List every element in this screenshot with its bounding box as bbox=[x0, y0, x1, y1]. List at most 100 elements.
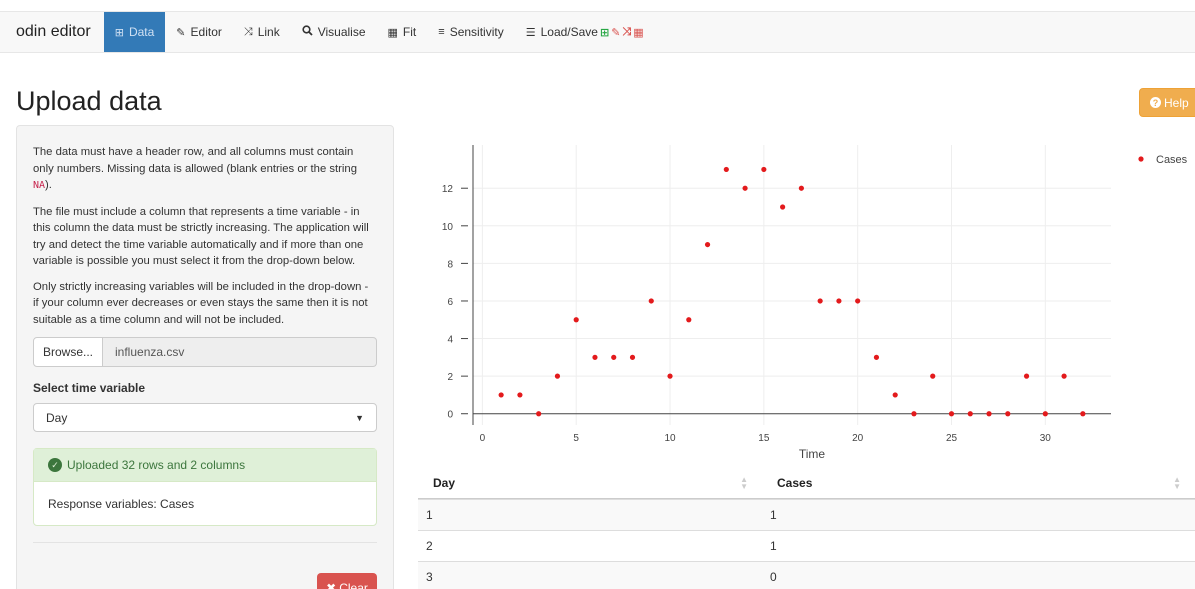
tab-load-save-label: Load/Save bbox=[540, 25, 598, 39]
column-header-day[interactable]: Day ▲ ▼ bbox=[418, 468, 762, 498]
browse-button[interactable]: Browse... bbox=[33, 337, 103, 367]
data-point bbox=[723, 166, 729, 173]
x-axis-label: Time bbox=[799, 447, 826, 461]
data-point bbox=[967, 411, 973, 417]
na-code: NA bbox=[33, 180, 46, 191]
data-point bbox=[629, 354, 636, 360]
data-point bbox=[873, 354, 880, 360]
column-header-cases[interactable]: Cases ▲ ▼ bbox=[762, 468, 1195, 498]
y-tick-label: 8 bbox=[447, 259, 453, 270]
tab-data-label: Data bbox=[128, 25, 155, 39]
data-point bbox=[1061, 373, 1067, 379]
help-label: Help bbox=[1164, 95, 1189, 110]
upload-panel: The data must have a header row, and all… bbox=[16, 125, 394, 589]
x-tick-label: 25 bbox=[946, 433, 958, 444]
brand-title[interactable]: odin editor bbox=[0, 12, 104, 52]
tab-link[interactable]: ⤨ Link bbox=[233, 12, 291, 52]
sort-icon: ▲ ▼ bbox=[1173, 475, 1181, 491]
table-cell: 1 bbox=[770, 508, 777, 522]
table-cell: 1 bbox=[770, 539, 777, 553]
list-icon: ☰ bbox=[525, 26, 536, 39]
data-point bbox=[855, 298, 861, 304]
tab-editor-label: Editor bbox=[190, 25, 222, 39]
y-tick-label: 0 bbox=[447, 410, 453, 421]
table-cell: 2 bbox=[426, 539, 433, 553]
upload-status-text: Uploaded 32 rows and 2 columns bbox=[67, 458, 246, 472]
column-header-cases-label: Cases bbox=[777, 476, 813, 490]
clear-label: Clear bbox=[339, 581, 368, 589]
data-point bbox=[554, 373, 561, 379]
table-row: 3 0 bbox=[418, 561, 1195, 589]
check-circle-icon: ✓ bbox=[48, 458, 62, 472]
tab-visualise[interactable]: Visualise bbox=[291, 12, 377, 52]
instructions-time: The file must include a column that repr… bbox=[33, 205, 369, 268]
data-point bbox=[798, 185, 804, 191]
y-tick-label: 4 bbox=[447, 335, 453, 346]
shuffle-status-icon: ⤨ bbox=[622, 25, 632, 38]
x-tick-label: 5 bbox=[573, 433, 579, 444]
calculator-icon: ▦ bbox=[387, 26, 398, 39]
data-point bbox=[536, 411, 542, 417]
upload-status-heading: ✓ Uploaded 32 rows and 2 columns bbox=[34, 449, 376, 482]
table-header: Day ▲ ▼ Cases ▲ ▼ bbox=[418, 468, 1195, 499]
data-point bbox=[817, 298, 823, 304]
tab-link-label: Link bbox=[257, 25, 280, 39]
file-name-field[interactable]: influenza.csv bbox=[103, 337, 377, 367]
x-tick-label: 30 bbox=[1040, 433, 1052, 444]
instructions-dropdown: Only strictly increasing variables will … bbox=[33, 280, 369, 326]
tab-fit-label: Fit bbox=[402, 25, 417, 39]
x-tick-label: 10 bbox=[664, 433, 676, 444]
page-title: Upload data bbox=[16, 86, 162, 116]
y-tick-label: 12 bbox=[442, 184, 454, 195]
instructions-header: The data must have a header row, and all… bbox=[33, 144, 377, 195]
tab-data[interactable]: ⊞ Data bbox=[103, 12, 166, 52]
help-button[interactable]: ? Help bbox=[1139, 88, 1195, 117]
data-point bbox=[704, 241, 711, 248]
x-tick-label: 0 bbox=[480, 433, 486, 444]
table-cell: 0 bbox=[770, 570, 777, 584]
data-point bbox=[611, 354, 617, 360]
table-icon: ⊞ bbox=[114, 26, 124, 39]
x-tick-label: 15 bbox=[758, 433, 770, 444]
upload-status-panel: ✓ Uploaded 32 rows and 2 columns Respons… bbox=[33, 448, 377, 526]
instructions-header-text: The data must have a header row, and all… bbox=[33, 146, 357, 175]
data-point bbox=[780, 204, 786, 210]
time-variable-label: Select time variable bbox=[33, 381, 146, 395]
data-point bbox=[836, 298, 842, 304]
column-header-day-label: Day bbox=[433, 476, 456, 490]
navbar: odin editor ⊞ Data ✎ Editor ⤨ Link Visua… bbox=[0, 11, 1195, 53]
data-point bbox=[498, 392, 504, 398]
search-icon bbox=[302, 25, 313, 39]
tab-editor[interactable]: ✎ Editor bbox=[165, 12, 233, 52]
edit-status-icon: ✎ bbox=[611, 26, 621, 39]
data-point bbox=[686, 317, 692, 323]
bars-icon: ≡ bbox=[438, 26, 445, 38]
legend-marker bbox=[1138, 156, 1144, 162]
data-point bbox=[648, 298, 654, 304]
data-point bbox=[667, 373, 673, 379]
data-point bbox=[761, 166, 767, 173]
tab-fit[interactable]: ▦ Fit bbox=[377, 12, 428, 52]
table-row: 1 1 bbox=[418, 499, 1195, 530]
file-input: Browse... influenza.csv bbox=[33, 337, 377, 367]
data-point bbox=[1042, 411, 1048, 417]
y-tick-label: 2 bbox=[447, 372, 453, 383]
table-cell: 1 bbox=[426, 508, 433, 522]
divider bbox=[33, 542, 377, 543]
data-point bbox=[911, 411, 917, 417]
data-point bbox=[1005, 411, 1011, 417]
response-variables: Response variables: Cases bbox=[48, 496, 195, 511]
caret-down-icon: ▼ bbox=[355, 412, 364, 423]
edit-icon: ✎ bbox=[176, 26, 186, 39]
data-point bbox=[573, 317, 579, 323]
time-variable-value: Day bbox=[46, 410, 68, 425]
table-row: 2 1 bbox=[418, 530, 1195, 561]
tab-sensitivity[interactable]: ≡ Sensitivity bbox=[427, 12, 514, 52]
data-point bbox=[1023, 373, 1030, 379]
shuffle-icon: ⤨ bbox=[243, 25, 253, 38]
clear-button[interactable]: ✖ Clear bbox=[317, 573, 377, 589]
tab-load-save[interactable]: ☰ Load/Save ⊞ ✎ ⤨ ▦ bbox=[515, 12, 655, 52]
close-icon: ✖ bbox=[326, 581, 337, 589]
y-tick-label: 10 bbox=[442, 222, 454, 233]
time-variable-select[interactable]: Day ▼ bbox=[33, 403, 377, 432]
